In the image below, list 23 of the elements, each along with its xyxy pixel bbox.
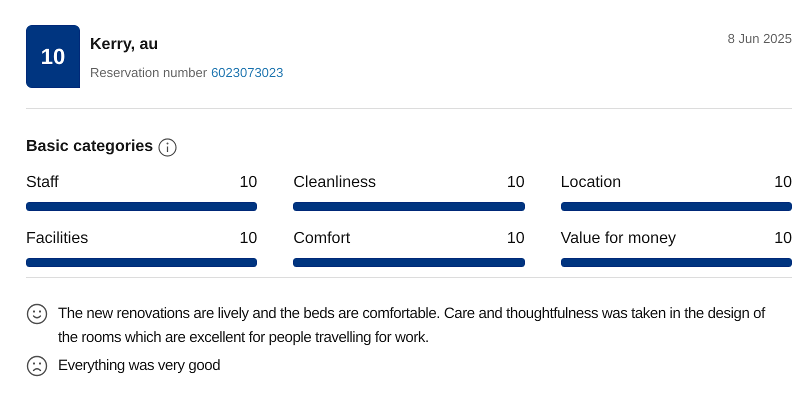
category-label: Cleanliness <box>293 173 376 193</box>
category-score: 10 <box>774 173 792 193</box>
category-label: Location <box>560 173 622 193</box>
category-score: 10 <box>774 229 792 249</box>
score-badge: 10 <box>26 25 80 88</box>
review-date: 8 Jun 2025 <box>728 30 792 48</box>
section-title: Basic categories <box>26 137 154 157</box>
category-label: Value for money <box>560 229 676 249</box>
category-label: Facilities <box>26 229 88 249</box>
reservation-number: 6023073023 <box>211 64 284 82</box>
category-score: 10 <box>240 173 258 193</box>
category-score: 10 <box>506 173 525 193</box>
category-label: Staff <box>26 173 59 193</box>
category-label: Comfort <box>293 229 350 249</box>
sad-face-icon <box>26 355 48 377</box>
smiley-face-icon <box>26 303 48 325</box>
category-score: 10 <box>240 229 258 249</box>
reservation-label: Reservation number <box>90 64 208 82</box>
review-comment: The new renovations are lively and the beds are comfortable. Care and thoughtfulness was taken in the design of the rooms which are excellent for people travelling for work. <box>58 304 766 348</box>
review-comment: Everything was very good <box>58 356 222 376</box>
category-score: 10 <box>506 229 525 249</box>
info-icon[interactable] <box>158 138 178 156</box>
reviewer-name: Kerry, au <box>90 35 160 55</box>
